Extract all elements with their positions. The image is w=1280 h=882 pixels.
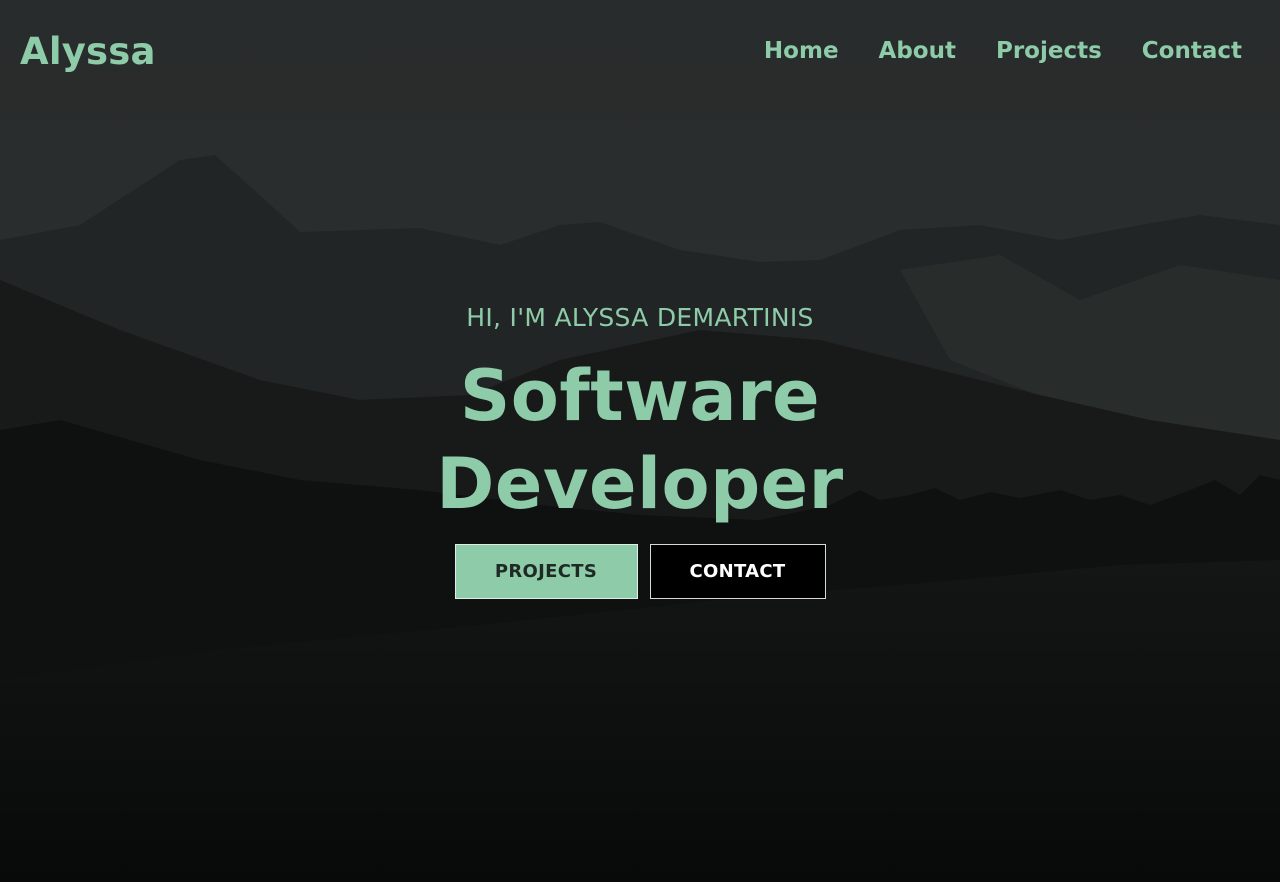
nav-link-home[interactable]: Home	[764, 38, 839, 64]
navbar: Alyssa Home About Projects Contact	[0, 0, 1280, 108]
nav-links: Home About Projects Contact	[764, 38, 1242, 64]
projects-button[interactable]: PROJECTS	[454, 544, 638, 599]
page: Alyssa Home About Projects Contact HI, I…	[0, 0, 1280, 882]
nav-link-projects[interactable]: Projects	[996, 38, 1102, 64]
hero-title-line1: Software	[459, 355, 821, 437]
brand-logo[interactable]: Alyssa	[20, 30, 156, 73]
nav-link-about[interactable]: About	[879, 38, 956, 64]
contact-button[interactable]: CONTACT	[649, 544, 826, 599]
nav-link-contact[interactable]: Contact	[1142, 38, 1242, 64]
hero-greeting: HI, I'M ALYSSA DEMARTINIS	[466, 303, 814, 332]
hero-section: HI, I'M ALYSSA DEMARTINIS Software Devel…	[0, 300, 1280, 528]
hero-title: Software Developer	[0, 352, 1280, 528]
hero-title-line2: Developer	[436, 443, 844, 525]
hero-buttons: PROJECTS CONTACT	[0, 544, 1280, 599]
